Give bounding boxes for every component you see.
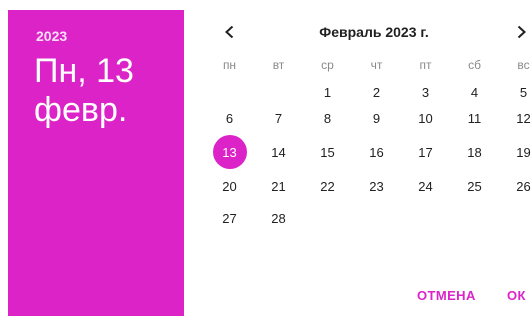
day-cell[interactable]: 6 xyxy=(205,101,254,135)
month-year-label: Февраль 2023 г. xyxy=(319,24,429,40)
calendar-week-row: 13 14 15 16 17 18 19 xyxy=(205,135,531,169)
chevron-left-icon xyxy=(225,25,234,39)
chevron-right-icon xyxy=(517,25,526,39)
weekday-label: сб xyxy=(468,58,481,72)
day-cell[interactable]: 20 xyxy=(205,169,254,203)
ok-button[interactable]: ОК xyxy=(507,288,526,303)
cancel-button[interactable]: ОТМЕНА xyxy=(417,288,476,303)
day-cell[interactable]: 21 xyxy=(254,169,303,203)
date-picker-dialog: 2023 Пн, 13 февр. Февраль 2023 г. пн вт … xyxy=(0,0,531,318)
day-cell[interactable]: 8 xyxy=(303,101,352,135)
day-cell[interactable]: 25 xyxy=(450,169,499,203)
day-cell[interactable]: 28 xyxy=(254,201,303,235)
calendar-week-row: 20 21 22 23 24 25 26 xyxy=(205,169,531,203)
next-month-button[interactable] xyxy=(509,21,531,43)
empty-day-cell xyxy=(352,201,401,235)
day-cell[interactable]: 14 xyxy=(254,135,303,169)
empty-day-cell xyxy=(303,201,352,235)
day-cell[interactable]: 19 xyxy=(499,135,531,169)
weekday-label: вс xyxy=(517,58,530,72)
day-cell[interactable]: 12 xyxy=(499,101,531,135)
weekday-label: ср xyxy=(321,58,334,72)
weekday-label: пт xyxy=(419,58,432,72)
empty-day-cell xyxy=(499,201,531,235)
day-cell[interactable]: 16 xyxy=(352,135,401,169)
empty-day-cell xyxy=(401,201,450,235)
weekday-header-row: пн вт ср чт пт сб вс xyxy=(205,58,531,72)
day-cell[interactable]: 22 xyxy=(303,169,352,203)
weekday-label: вт xyxy=(272,58,285,72)
day-cell[interactable]: 9 xyxy=(352,101,401,135)
header-selected-date: Пн, 13 февр. xyxy=(34,52,134,129)
calendar-week-row: 6 7 8 9 10 11 12 xyxy=(205,101,531,135)
day-cell[interactable]: 17 xyxy=(401,135,450,169)
selected-day-cell[interactable]: 13 xyxy=(205,135,254,169)
weekday-label: чт xyxy=(370,58,383,72)
day-cell[interactable]: 23 xyxy=(352,169,401,203)
day-cell[interactable]: 26 xyxy=(499,169,531,203)
date-header: 2023 Пн, 13 февр. xyxy=(8,10,184,316)
day-cell[interactable]: 18 xyxy=(450,135,499,169)
previous-month-button[interactable] xyxy=(218,21,242,43)
day-cell[interactable]: 24 xyxy=(401,169,450,203)
day-cell[interactable]: 11 xyxy=(450,101,499,135)
selected-day-indicator: 13 xyxy=(212,135,247,169)
calendar-week-row: 27 28 xyxy=(205,201,531,235)
weekday-label: пн xyxy=(222,58,237,72)
empty-day-cell xyxy=(450,201,499,235)
day-cell[interactable]: 15 xyxy=(303,135,352,169)
header-year[interactable]: 2023 xyxy=(36,28,67,44)
day-cell[interactable]: 10 xyxy=(401,101,450,135)
day-cell[interactable]: 27 xyxy=(205,201,254,235)
day-cell[interactable]: 7 xyxy=(254,101,303,135)
